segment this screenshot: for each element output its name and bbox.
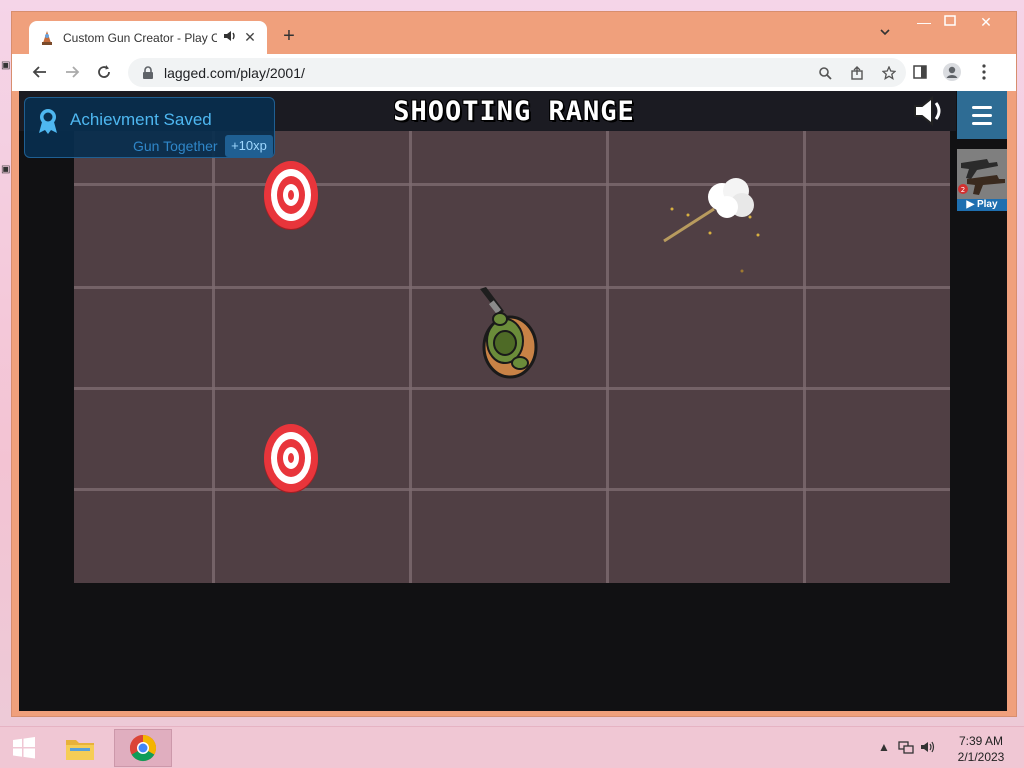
network-icon[interactable] xyxy=(898,740,914,757)
promo-game-card[interactable]: 2 ▶ Play xyxy=(957,149,1007,211)
url-text: lagged.com/play/2001/ xyxy=(164,64,305,81)
xp-badge: +10xp xyxy=(225,135,273,157)
bullseye-target[interactable] xyxy=(263,160,319,230)
toast-title: Achievment Saved xyxy=(70,110,212,129)
address-bar[interactable]: lagged.com/play/2001/ xyxy=(128,58,906,87)
floor-grid-line xyxy=(803,131,806,583)
svg-text:2: 2 xyxy=(961,186,965,194)
volume-icon[interactable] xyxy=(920,740,936,757)
browser-toolbar: lagged.com/play/2001/ xyxy=(12,54,1016,91)
hamburger-menu-icon[interactable] xyxy=(957,91,1007,139)
new-tab-button[interactable]: + xyxy=(278,25,300,47)
bookmark-star-icon[interactable] xyxy=(878,62,900,84)
share-icon[interactable] xyxy=(846,62,868,84)
clock-date: 2/1/2023 xyxy=(957,750,1005,764)
lock-icon xyxy=(142,65,154,80)
floor-grid-line xyxy=(74,183,950,186)
toast-subtitle: Gun Together xyxy=(133,138,218,154)
zoom-icon[interactable] xyxy=(814,62,836,84)
file-explorer-icon[interactable] xyxy=(60,729,100,767)
browser-tab[interactable]: Custom Gun Creator - Play C ✕ xyxy=(29,21,267,54)
floor-grid-line xyxy=(409,131,412,583)
tab-close-icon[interactable]: ✕ xyxy=(243,29,257,46)
gunshot-smoke-effect xyxy=(654,175,774,275)
floor-grid-line xyxy=(606,131,609,583)
shooting-range-arena[interactable] xyxy=(74,131,950,583)
forward-arrow-icon[interactable] xyxy=(60,60,84,84)
tray-chevron-icon[interactable]: ▲ xyxy=(878,740,890,754)
guns-thumbnail-icon: 2 xyxy=(957,149,1007,199)
taskbar-clock[interactable]: 7:39 AM 2/1/2023 xyxy=(950,733,1012,765)
side-panel-icon[interactable] xyxy=(908,60,932,84)
lagged-favicon-icon xyxy=(39,30,55,46)
sound-toggle-icon[interactable] xyxy=(911,93,947,129)
floor-grid-line xyxy=(74,387,950,390)
floor-grid-line xyxy=(74,488,950,491)
award-ribbon-icon xyxy=(37,108,59,134)
clock-time: 7:39 AM xyxy=(958,734,1004,748)
chrome-taskbar-icon[interactable] xyxy=(114,729,172,767)
close-window-icon[interactable]: ✕ xyxy=(968,12,1004,34)
tab-search-icon[interactable] xyxy=(876,26,894,44)
windows-start-icon[interactable] xyxy=(8,729,40,767)
achievement-toast: Achievment Saved Gun Together +10xp xyxy=(24,97,275,158)
desktop-icon-fragment: ▣ xyxy=(1,164,11,175)
desktop-icon-fragment: ▣ xyxy=(1,60,11,71)
game-page: SHOOTING RANGE 2 ▶ Play Achievment Saved… xyxy=(19,91,1007,711)
kebab-menu-icon[interactable] xyxy=(972,60,996,84)
profile-avatar-icon[interactable] xyxy=(940,60,964,84)
bullseye-target[interactable] xyxy=(263,423,319,493)
floor-grid-line xyxy=(212,131,215,583)
tab-title: Custom Gun Creator - Play C xyxy=(63,30,217,45)
tab-strip: Custom Gun Creator - Play C ✕ + — ✕ xyxy=(12,12,1016,54)
speaker-icon[interactable] xyxy=(223,29,237,46)
player-soldier xyxy=(472,285,542,383)
maximize-icon[interactable] xyxy=(932,12,968,34)
browser-window: Custom Gun Creator - Play C ✕ + — ✕ lagg… xyxy=(11,11,1017,717)
reload-icon[interactable] xyxy=(92,60,116,84)
windows-taskbar: ▲ 7:39 AM 2/1/2023 xyxy=(0,726,1024,768)
back-arrow-icon[interactable] xyxy=(28,60,52,84)
promo-play-label[interactable]: ▶ Play xyxy=(957,199,1007,211)
